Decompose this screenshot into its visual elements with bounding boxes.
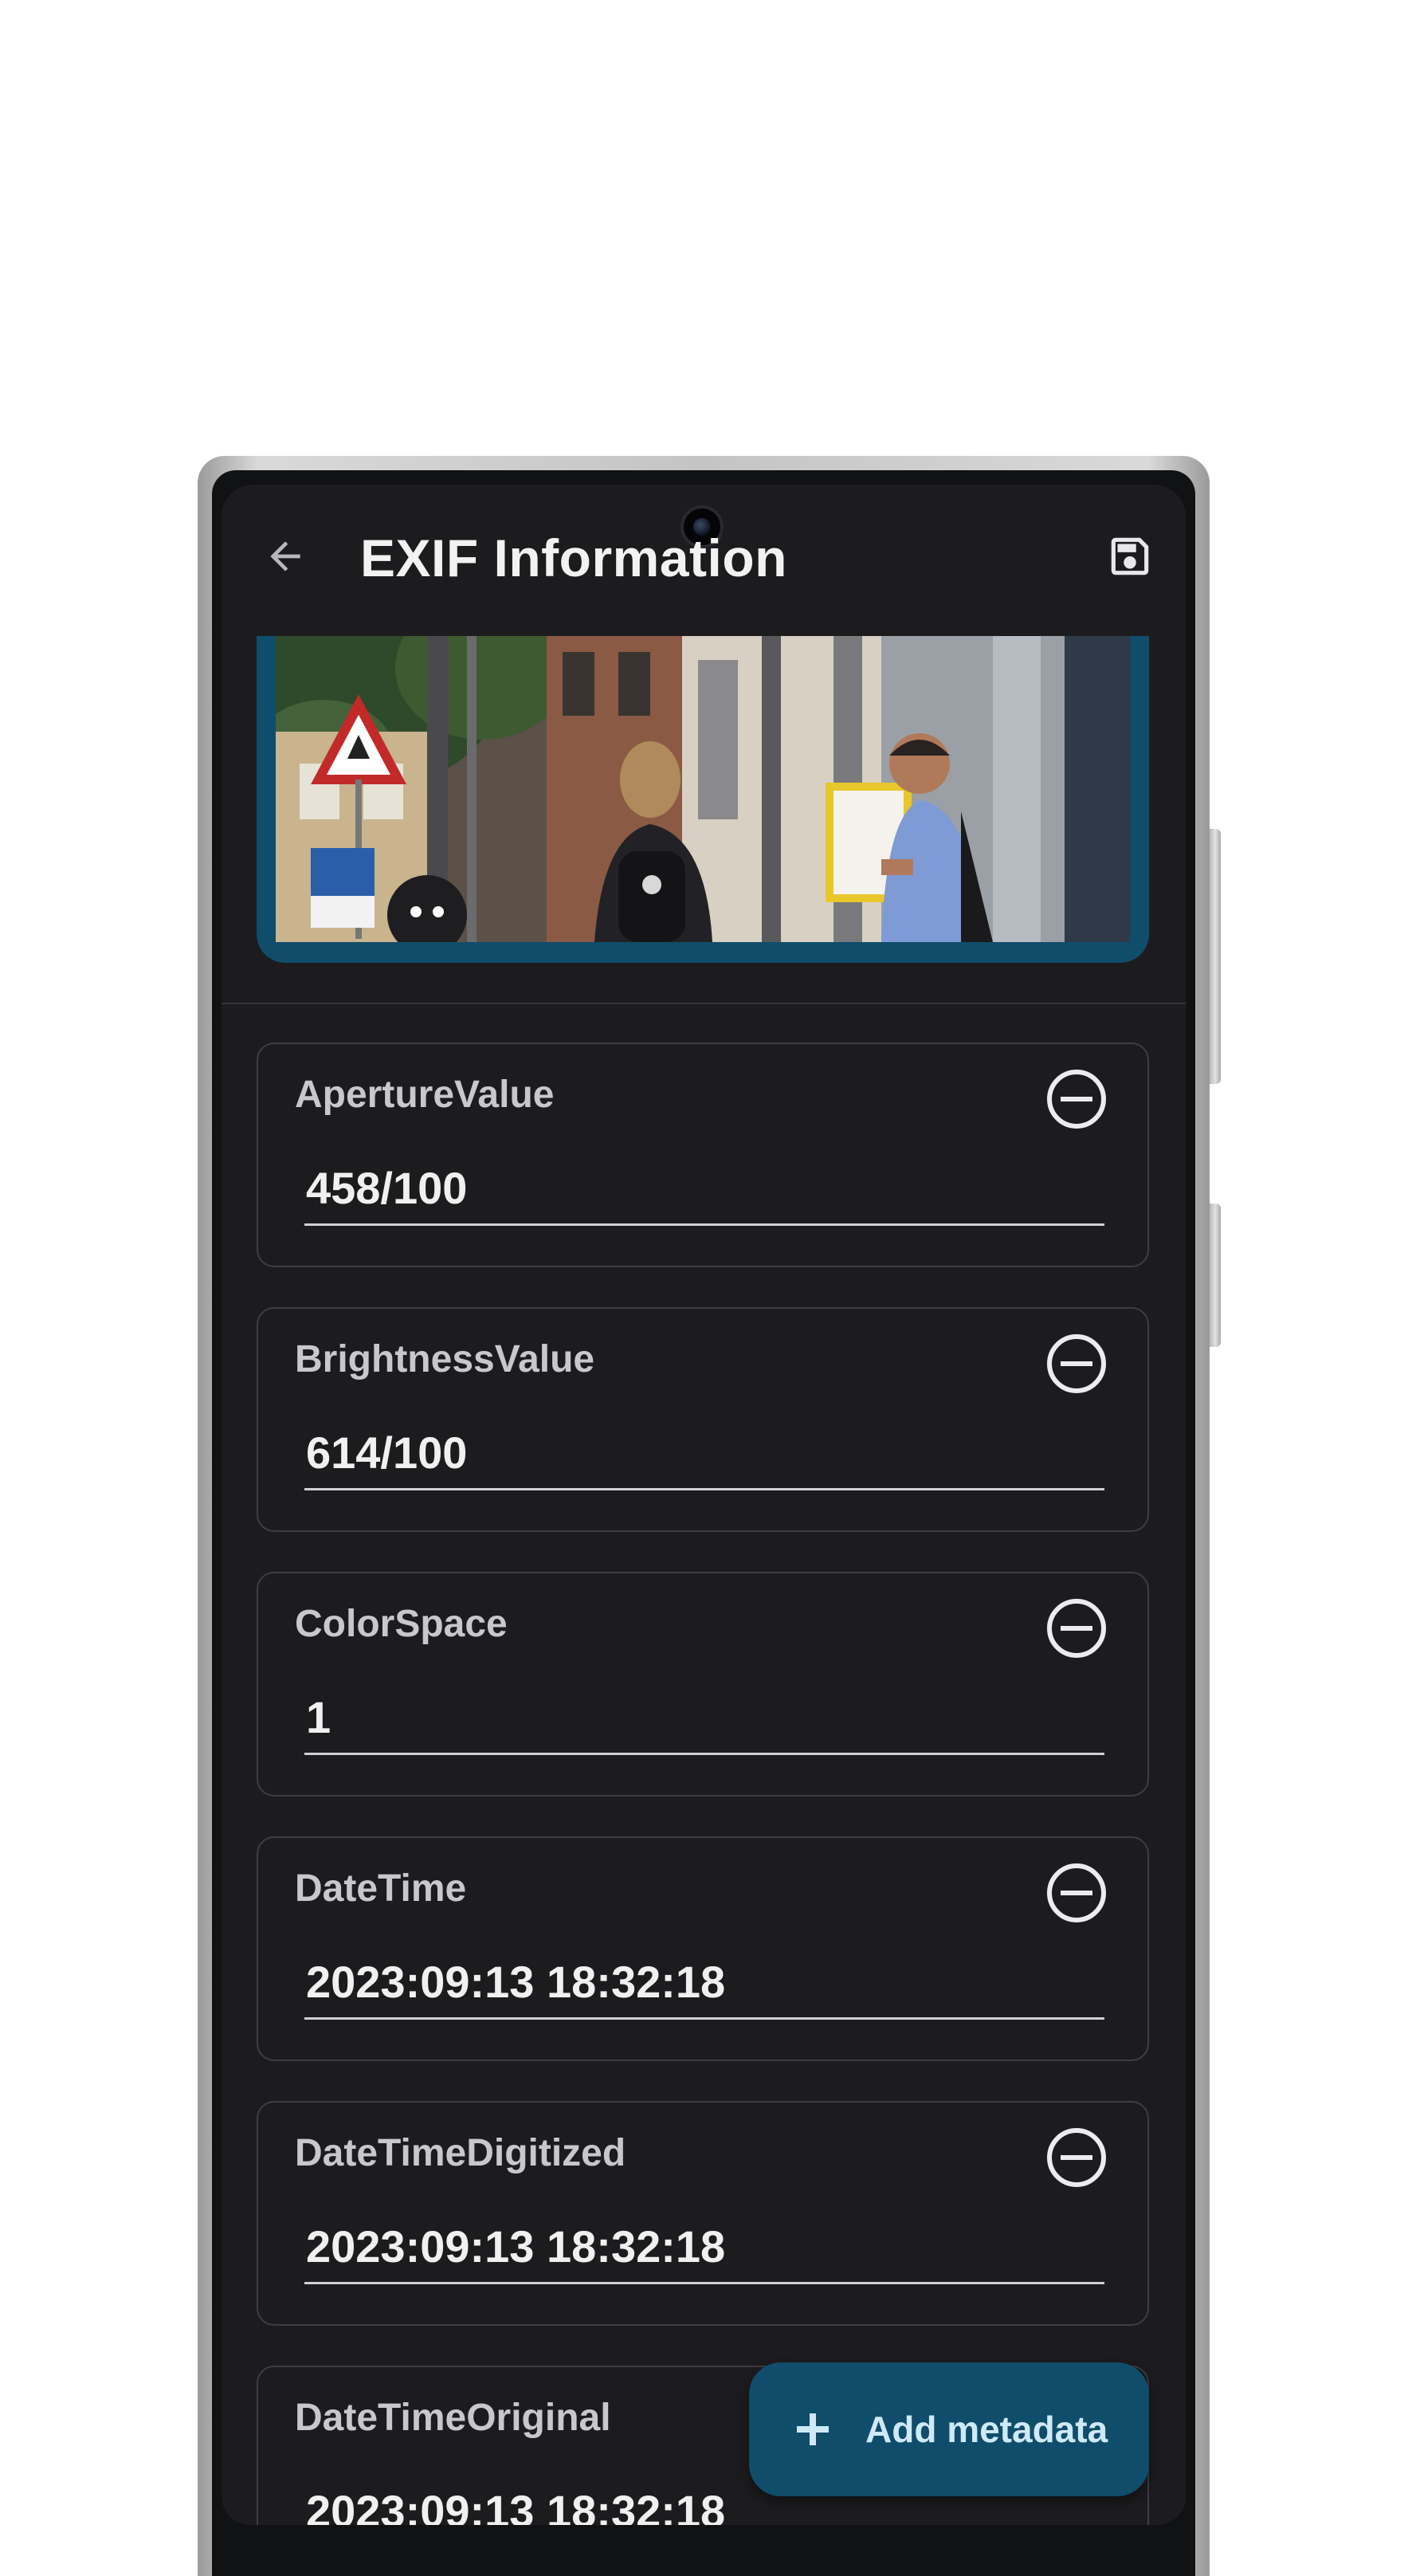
metadata-list: ApertureValue BrightnessValue <box>257 1043 1149 2525</box>
metadata-key: ApertureValue <box>295 1074 555 1116</box>
metadata-key: BrightnessValue <box>295 1338 595 1380</box>
metadata-value-input[interactable] <box>304 2211 1104 2281</box>
minus-circle-icon <box>1047 1334 1106 1393</box>
metadata-card: ApertureValue <box>257 1043 1149 1267</box>
metadata-value-field <box>304 1946 1104 2020</box>
metadata-value-input[interactable] <box>304 1417 1104 1487</box>
remove-metadata-button[interactable] <box>1044 1066 1109 1132</box>
arrow-left-icon <box>270 541 300 571</box>
remove-metadata-button[interactable] <box>1044 1596 1109 1661</box>
power-button <box>1210 829 1221 1084</box>
back-button[interactable] <box>253 524 317 588</box>
add-metadata-button[interactable]: Add metadata <box>749 2362 1149 2496</box>
metadata-key: ColorSpace <box>295 1603 508 1645</box>
app-screen: EXIF Information ApertureValue 458/100 B… <box>222 485 1186 2525</box>
phone-bottom-bezel <box>212 2525 1195 2576</box>
image-preview[interactable] <box>257 636 1149 963</box>
add-metadata-label: Add metadata <box>865 2409 1108 2450</box>
page-title: EXIF Information <box>360 528 787 587</box>
metadata-card: DateTimeDigitized <box>257 2101 1149 2326</box>
save-floppy-icon <box>1111 537 1149 575</box>
remove-metadata-button[interactable] <box>1044 2125 1109 2190</box>
street-photo-image <box>276 636 1130 942</box>
metadata-value-field <box>304 1417 1104 1490</box>
metadata-value-field <box>304 1682 1104 1755</box>
device-screenshot: EXIF Information ApertureValue 458/100 B… <box>0 0 1412 2576</box>
metadata-value-input[interactable] <box>304 1946 1104 2016</box>
remove-metadata-button[interactable] <box>1044 1860 1109 1926</box>
remove-metadata-button[interactable] <box>1044 1331 1109 1396</box>
save-button[interactable] <box>1098 524 1162 588</box>
photo-preview <box>276 636 1130 942</box>
metadata-value-field <box>304 2211 1104 2284</box>
metadata-key: DateTimeOriginal <box>295 2397 611 2439</box>
metadata-card: DateTime <box>257 1836 1149 2061</box>
metadata-value-input[interactable] <box>304 1153 1104 1223</box>
volume-button <box>1210 1204 1221 1347</box>
minus-circle-icon <box>1047 1863 1106 1922</box>
metadata-key: DateTime <box>295 1867 467 1910</box>
minus-circle-icon <box>1047 2128 1106 2187</box>
metadata-value-field <box>304 1153 1104 1226</box>
metadata-card: BrightnessValue <box>257 1307 1149 1532</box>
minus-circle-icon <box>1047 1070 1106 1129</box>
metadata-key: DateTimeDigitized <box>295 2132 626 2174</box>
section-divider <box>222 1003 1186 1004</box>
plus-icon <box>797 2413 829 2445</box>
minus-circle-icon <box>1047 1599 1106 1658</box>
metadata-value-input[interactable] <box>304 1682 1104 1752</box>
metadata-card: ColorSpace <box>257 1572 1149 1797</box>
